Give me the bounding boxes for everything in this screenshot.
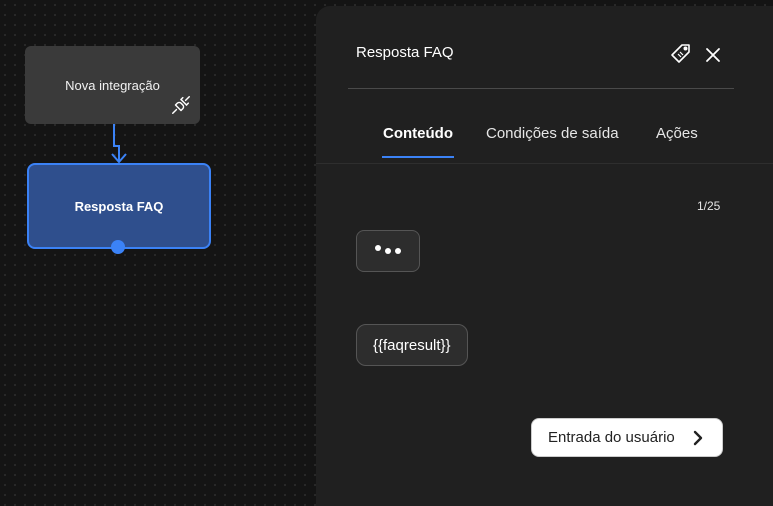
node-label: Nova integração <box>65 77 160 93</box>
chevron-right-icon <box>693 430 703 446</box>
typing-dots-icon <box>375 245 381 251</box>
tag-icon[interactable] <box>669 42 693 66</box>
typing-message-bubble[interactable] <box>356 230 420 272</box>
header-divider <box>348 88 734 89</box>
text-message-bubble[interactable]: {{faqresult}} <box>356 324 468 366</box>
user-input-button-label: Entrada do usuário <box>548 429 675 446</box>
node-resposta-faq[interactable]: Resposta FAQ <box>27 163 211 249</box>
typing-dot <box>385 248 391 254</box>
node-connector <box>111 124 127 164</box>
message-text: {{faqresult}} <box>373 336 451 354</box>
tab-condicoes-de-saida[interactable]: Condições de saída <box>486 125 619 142</box>
side-panel: Resposta FAQ Conteúdo Condições de saída… <box>316 6 773 506</box>
node-nova-integracao[interactable]: Nova integração <box>25 46 200 124</box>
tabs-divider <box>316 163 773 164</box>
node-label: Resposta FAQ <box>74 198 164 214</box>
message-counter: 1/25 <box>697 199 721 213</box>
tab-conteudo[interactable]: Conteúdo <box>383 125 453 142</box>
close-icon[interactable] <box>704 46 722 64</box>
typing-dot <box>395 248 401 254</box>
user-input-button[interactable]: Entrada do usuário <box>531 418 723 457</box>
tab-acoes[interactable]: Ações <box>656 125 698 142</box>
plug-icon <box>172 96 190 114</box>
node-output-handle[interactable] <box>111 240 125 254</box>
panel-title: Resposta FAQ <box>356 44 454 61</box>
active-tab-indicator <box>382 156 454 158</box>
